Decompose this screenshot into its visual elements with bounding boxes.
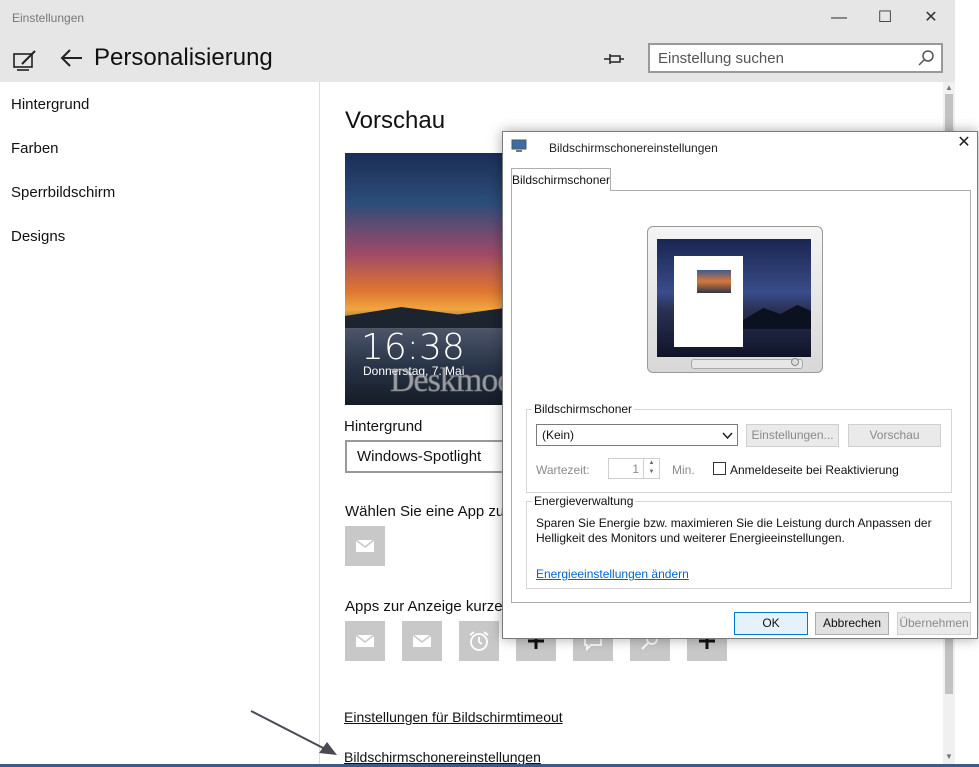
- mail-icon: [355, 634, 375, 647]
- sidebar-item-designs[interactable]: Designs: [11, 228, 65, 245]
- dialog-title: Bildschirmschonereinstellungen: [549, 141, 718, 155]
- search-icon[interactable]: [917, 49, 935, 67]
- screensaver-dialog: Bildschirmschonereinstellungen ✕ Bildsch…: [502, 131, 978, 639]
- annotation-arrow-icon: [250, 710, 337, 755]
- apps-label: Apps zur Anzeige kurzer: [345, 598, 508, 615]
- monitor-stand: [691, 359, 803, 369]
- apply-button[interactable]: Übernehmen: [897, 612, 971, 635]
- screensaver-icon: [511, 139, 527, 152]
- background-dropdown[interactable]: Windows-Spotlight: [345, 440, 520, 473]
- chevron-down-icon: [722, 432, 733, 440]
- page-title: Personalisierung: [94, 44, 273, 71]
- tab-screensaver[interactable]: Bildschirmschoner: [511, 168, 611, 191]
- window-title: Einstellungen: [12, 11, 85, 25]
- spin-down-icon[interactable]: ▼: [644, 468, 659, 477]
- resume-label: Anmeldeseite bei Reaktivierung: [730, 463, 899, 477]
- back-arrow-icon[interactable]: [58, 44, 86, 72]
- monitor-screen: [657, 239, 811, 357]
- search-input[interactable]: [650, 45, 900, 71]
- background-label: Hintergrund: [344, 418, 423, 435]
- resume-checkbox[interactable]: [713, 462, 726, 475]
- pin-icon[interactable]: [602, 48, 626, 70]
- power-group-label: Energieverwaltung: [532, 494, 636, 508]
- screensaver-preview-button[interactable]: Vorschau: [848, 424, 941, 447]
- choose-app-label: Wählen Sie eine App zur: [345, 503, 510, 520]
- background-dropdown-value: Windows-Spotlight: [357, 448, 482, 465]
- mail-icon: [355, 539, 375, 552]
- wait-value: 1: [632, 462, 639, 476]
- monitor-power-led: [791, 358, 799, 366]
- minutes-label: Min.: [672, 463, 695, 477]
- wait-label: Wartezeit:: [536, 463, 590, 477]
- section-title: Vorschau: [345, 107, 446, 134]
- minimize-button[interactable]: —: [816, 4, 862, 32]
- screensaver-settings-link[interactable]: Bildschirmschonereinstellungen: [344, 749, 541, 765]
- alarm-clock-icon: [469, 631, 489, 651]
- screensaver-combobox-value: (Kein): [542, 428, 575, 442]
- sidebar-item-sperrbildschirm[interactable]: Sperrbildschirm: [11, 184, 115, 201]
- dialog-close-button[interactable]: ✕: [951, 132, 977, 154]
- personalization-icon: [13, 50, 36, 71]
- mail-icon: [412, 634, 432, 647]
- sidebar-item-farben[interactable]: Farben: [11, 140, 59, 157]
- monitor-mini-window: [674, 256, 743, 347]
- app-tile-mail-1[interactable]: [345, 621, 385, 661]
- spin-up-icon[interactable]: ▲: [644, 459, 659, 468]
- power-description: Sparen Sie Energie bzw. maximieren Sie d…: [536, 516, 932, 545]
- ok-button[interactable]: OK: [734, 612, 808, 635]
- power-settings-link[interactable]: Energieeinstellungen ändern: [536, 567, 689, 581]
- screensaver-group: [526, 409, 952, 493]
- tab-panel: Bildschirmschoner (Kein) Einstellungen..…: [511, 190, 971, 603]
- search-box[interactable]: [648, 43, 943, 73]
- title-bar: Einstellungen — ☐ ✕: [0, 0, 955, 36]
- app-tile-alarm[interactable]: [459, 621, 499, 661]
- monitor-preview: [647, 226, 823, 373]
- sidebar-nav: Hintergrund Farben Sperrbildschirm Desig…: [0, 82, 320, 767]
- screensaver-group-label: Bildschirmschoner: [532, 402, 635, 416]
- tab-strip: Bildschirmschoner: [509, 168, 975, 191]
- screensaver-settings-button[interactable]: Einstellungen...: [746, 424, 839, 447]
- app-tile-mail-2[interactable]: [402, 621, 442, 661]
- scroll-down-icon[interactable]: ▼: [943, 752, 955, 761]
- close-button[interactable]: ✕: [908, 4, 954, 32]
- wait-spinner[interactable]: 1 ▲ ▼: [608, 458, 660, 479]
- maximize-button[interactable]: ☐: [862, 4, 908, 32]
- screensaver-combobox[interactable]: (Kein): [536, 424, 738, 446]
- sidebar-item-hintergrund[interactable]: Hintergrund: [11, 96, 89, 113]
- screen-timeout-link[interactable]: Einstellungen für Bildschirmtimeout: [344, 709, 563, 725]
- scroll-up-icon[interactable]: ▲: [943, 83, 955, 92]
- mail-app-tile[interactable]: [345, 526, 385, 566]
- cancel-button[interactable]: Abbrechen: [815, 612, 889, 635]
- settings-header: Personalisierung: [0, 36, 955, 82]
